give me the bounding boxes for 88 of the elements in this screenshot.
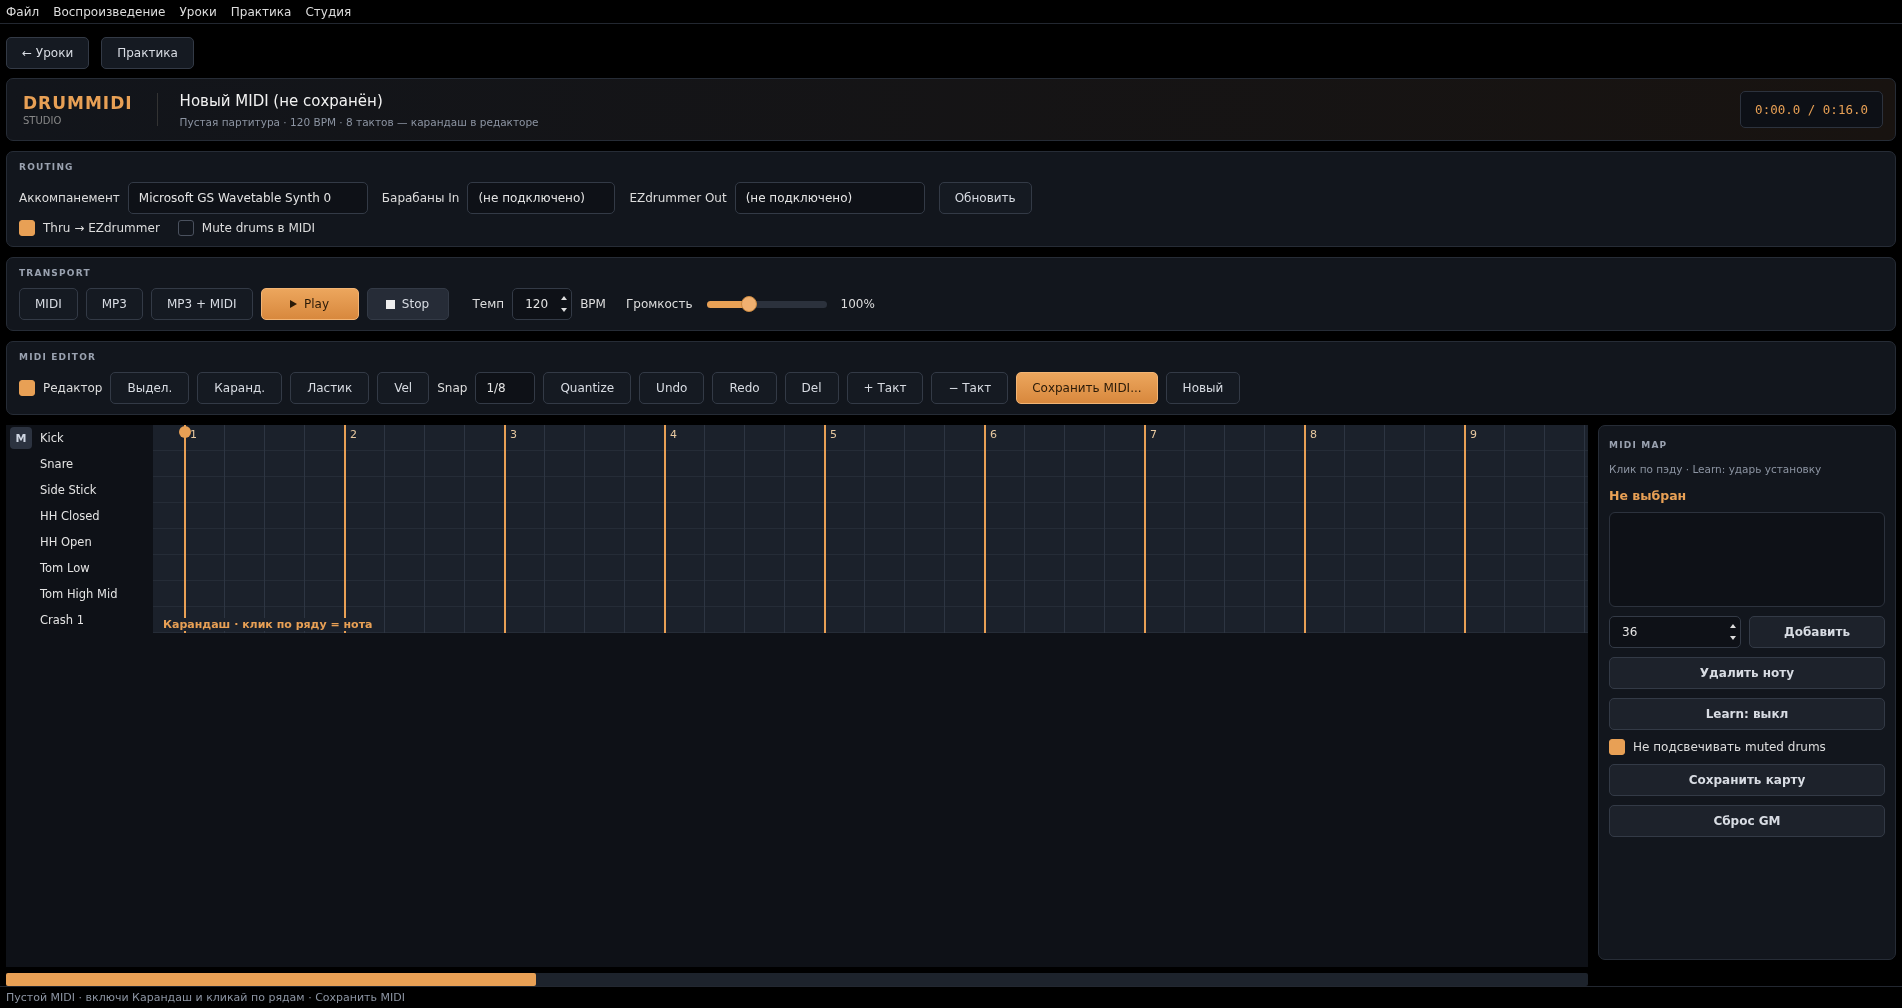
bar-number: 6 <box>990 428 997 441</box>
mute-badge[interactable]: M <box>10 427 32 449</box>
snap-label: Snap <box>437 381 468 395</box>
tool-button[interactable]: Каранд. <box>197 372 283 404</box>
midi-map-hint: Клик по пэду · Learn: ударь установку <box>1609 463 1823 475</box>
tool-button[interactable]: Quantize <box>543 372 632 404</box>
play-button[interactable]: Play <box>260 288 359 320</box>
lane-name[interactable]: Tom Low <box>40 561 90 575</box>
section-title: ROUTING <box>19 162 75 172</box>
logo-text: DRUMMIDI <box>23 93 133 113</box>
format-button[interactable]: MP3 + MIDI <box>150 288 253 320</box>
tempo-field[interactable]: 120 <box>512 288 573 320</box>
menu-item[interactable]: Практика <box>230 4 292 19</box>
menu-item[interactable]: Уроки <box>179 4 217 19</box>
tool-button[interactable]: Ластик <box>290 372 370 404</box>
bar-number: 9 <box>1470 428 1477 441</box>
tool-button[interactable]: Del <box>784 372 839 404</box>
tempo-unit: BPM <box>580 297 606 311</box>
note-grid[interactable]: 1 2 3 4 5 6 7 8 9 Карандаш · клик по ряду = нота <box>153 425 1588 633</box>
volume-label: Громкость <box>625 297 693 311</box>
checkbox-label: Редактор <box>43 381 103 395</box>
note-field[interactable]: 36 <box>1609 616 1741 648</box>
bar-number: 4 <box>670 428 677 441</box>
tool-button[interactable]: Vel <box>377 372 430 404</box>
lane-name[interactable]: Kick <box>40 431 64 445</box>
map-button[interactable]: Удалить ноту <box>1609 657 1885 689</box>
bar-number: 2 <box>350 428 357 441</box>
checkbox-label: Не подсвечивать muted drums <box>1633 740 1826 754</box>
menu-item[interactable]: Файл <box>6 4 40 19</box>
lane-name[interactable]: HH Open <box>40 535 92 549</box>
field-label: Барабаны In <box>381 191 460 205</box>
logo-subtitle: STUDIO <box>23 115 63 126</box>
time-display: 0:00.0 / 0:16.0 <box>1740 91 1883 128</box>
menu-item[interactable]: Воспроизведение <box>53 4 166 19</box>
map-button[interactable]: Learn: выкл <box>1609 698 1885 730</box>
checkbox-label: Mute drums в MIDI <box>201 221 316 235</box>
checkbox[interactable] <box>19 220 35 236</box>
snap-field[interactable]: 1/8 <box>475 372 536 404</box>
bar-number: 7 <box>1150 428 1157 441</box>
port-select[interactable]: (не подключено) <box>734 182 925 214</box>
port-select[interactable]: Microsoft GS Wavetable Synth 0 <box>127 182 368 214</box>
section-title: MIDI MAP <box>1609 440 1669 450</box>
section-title: TRANSPORT <box>19 268 92 278</box>
play-icon <box>290 300 297 308</box>
volume-reading: 100% <box>840 297 875 311</box>
checkbox[interactable] <box>19 380 35 396</box>
scrollbar-thumb[interactable] <box>6 973 536 986</box>
scrollbar[interactable] <box>6 973 1588 986</box>
refresh-button[interactable]: Обновить <box>938 182 1032 214</box>
port-select[interactable]: (не подключено) <box>467 182 616 214</box>
lane-name[interactable]: Side Stick <box>40 483 97 497</box>
checkbox[interactable] <box>1609 739 1625 755</box>
bar-number: 1 <box>190 428 197 441</box>
format-button[interactable]: MIDI <box>19 288 78 320</box>
menu-item[interactable]: Студия <box>305 4 352 19</box>
bar-number: 5 <box>830 428 837 441</box>
checkbox[interactable] <box>177 220 194 236</box>
field-label: EZdrummer Out <box>629 191 727 205</box>
tempo-label: Темп <box>472 297 505 311</box>
status-text: Пустой MIDI · включи Карандаш и кликай по рядам · Сохранить MIDI <box>6 990 405 1005</box>
tool-button[interactable]: Redo <box>712 372 777 404</box>
map-button[interactable]: Сохранить карту <box>1609 764 1885 796</box>
save-midi-button[interactable]: Сохранить MIDI... <box>1016 372 1158 404</box>
add-button[interactable]: Добавить <box>1749 616 1885 648</box>
tool-button[interactable]: Новый <box>1165 372 1241 404</box>
tool-button[interactable]: Выдел. <box>110 372 190 404</box>
stop-button[interactable]: Stop <box>366 288 449 320</box>
document-title: Новый MIDI (не сохранён) <box>179 91 384 110</box>
field-label: Аккомпанемент <box>19 191 120 205</box>
lane-name[interactable]: Tom High Mid <box>40 587 118 601</box>
tool-button[interactable]: + Такт <box>846 372 924 404</box>
lane-name[interactable]: HH Closed <box>40 509 100 523</box>
lane-name[interactable]: Snare <box>40 457 74 471</box>
bar-number: 3 <box>510 428 517 441</box>
document-subtitle: Пустая партитура · 120 BPM · 8 тактов — карандаш в редакторе <box>179 115 540 128</box>
stop-icon <box>385 299 395 309</box>
bar-number: 8 <box>1310 428 1317 441</box>
volume-thumb[interactable] <box>740 295 757 312</box>
nav-button[interactable]: Практика <box>101 37 194 69</box>
format-button[interactable]: MP3 <box>85 288 143 320</box>
tool-button[interactable]: − Такт <box>931 372 1009 404</box>
selected-pad: Не выбран <box>1609 488 1688 503</box>
checkbox-label: Thru → EZdrummer <box>43 221 160 235</box>
lane-name[interactable]: Crash 1 <box>40 613 85 627</box>
section-title: MIDI EDITOR <box>19 352 98 362</box>
nav-button[interactable]: ← Уроки <box>6 37 90 69</box>
map-button[interactable]: Сброс GM <box>1609 805 1885 837</box>
tool-button[interactable]: Undo <box>639 372 705 404</box>
